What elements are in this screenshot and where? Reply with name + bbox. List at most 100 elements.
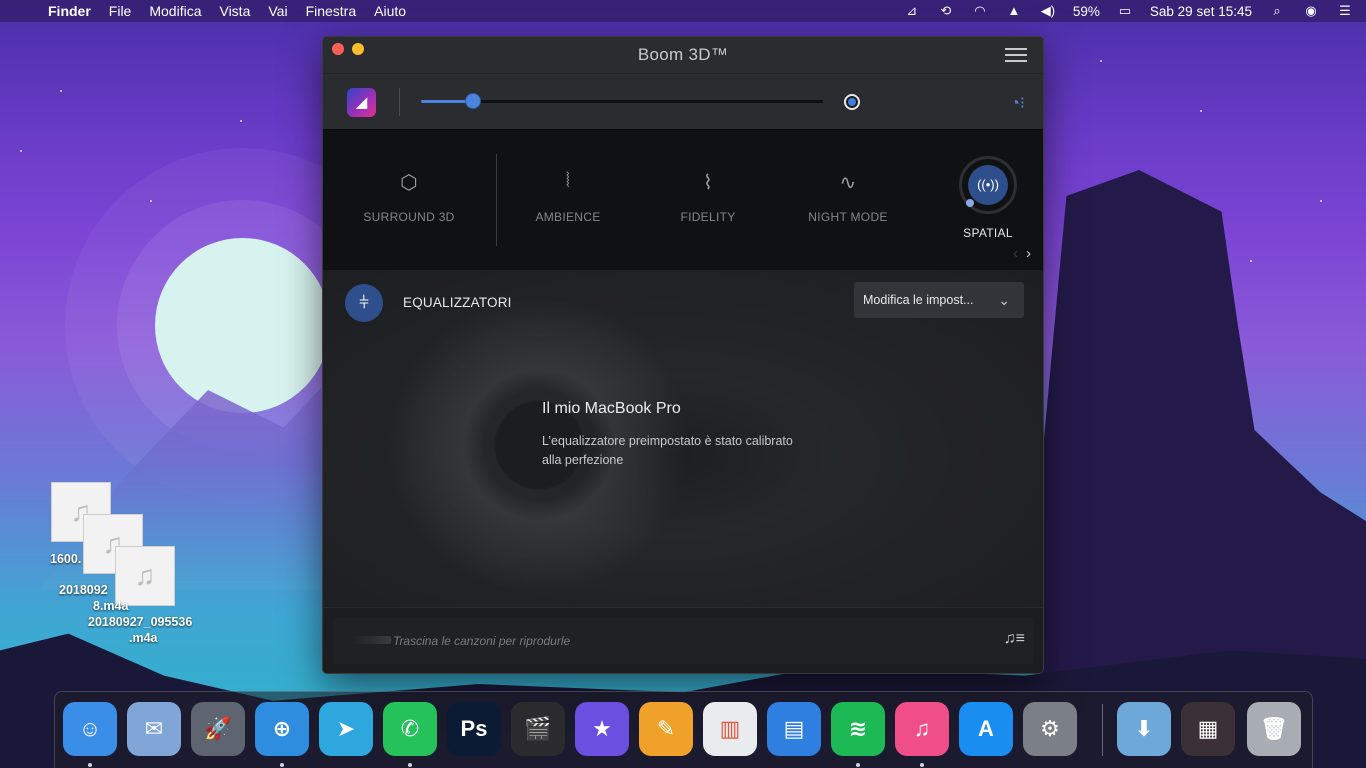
- equalizer-sliders-icon[interactable]: ⫩: [345, 284, 383, 322]
- phone-bubble-icon[interactable]: ✆: [383, 702, 437, 756]
- volume-icon[interactable]: ◀): [1039, 3, 1057, 19]
- running-indicator: [856, 763, 860, 767]
- desktop-file-label[interactable]: .m4a: [129, 630, 158, 646]
- effect-spatial-label[interactable]: SPATIAL: [945, 226, 1031, 240]
- effect-surround-3d[interactable]: ⬡ SURROUND 3D: [339, 170, 479, 224]
- effect-fidelity[interactable]: ⌇ FIDELITY: [638, 170, 778, 224]
- player-footer: Trascina le canzoni per riprodurle ♫≡: [323, 607, 1043, 673]
- star: [60, 90, 62, 92]
- star: [1320, 200, 1322, 202]
- power-toggle-button[interactable]: [844, 94, 860, 110]
- boom-window: Boom 3D™ ◢ ◔⁝ ⬡ SURROUND 3D ⦚ AMBIENCE ⌇…: [322, 36, 1044, 674]
- time-machine-icon[interactable]: ⟲: [937, 3, 955, 19]
- wallpaper-silhouette: [1040, 170, 1366, 690]
- title-bar: Boom 3D™: [323, 37, 1043, 73]
- paper-plane-icon[interactable]: ➤: [319, 702, 373, 756]
- running-indicator: [280, 763, 284, 767]
- effect-label: FIDELITY: [680, 210, 736, 224]
- menu-vista[interactable]: Vista: [219, 3, 250, 19]
- chevron-down-icon: ⌄: [998, 292, 1010, 308]
- effect-label: SURROUND 3D: [363, 210, 455, 224]
- spatial-dial[interactable]: ((•)): [959, 156, 1017, 214]
- drop-zone-text: Trascina le canzoni per riprodurle: [393, 634, 571, 648]
- battery-icon[interactable]: ▭: [1116, 3, 1134, 19]
- audio-output-icon[interactable]: ◔⁝: [1010, 93, 1025, 113]
- volume-bar: ◢ ◔⁝: [323, 73, 1043, 129]
- spotlight-search-icon[interactable]: ⌕: [1268, 3, 1286, 19]
- effect-ambience[interactable]: ⦚ AMBIENCE: [498, 170, 638, 224]
- menu-aiuto[interactable]: Aiuto: [374, 3, 406, 19]
- desktop-file-label[interactable]: 8.m4a: [93, 598, 128, 614]
- menu-finestra[interactable]: Finestra: [306, 3, 357, 19]
- song-drop-zone[interactable]: Trascina le canzoni per riprodurle ♫≡: [333, 618, 1033, 664]
- effect-label: AMBIENCE: [535, 210, 601, 224]
- menu-modifica[interactable]: Modifica: [149, 3, 201, 19]
- equalizer-panel: ⫩ EQUALIZZATORI Modifica le impost... ⌄ …: [323, 270, 1043, 608]
- presentation-icon[interactable]: ▤: [767, 702, 821, 756]
- notification-center-icon[interactable]: ☰: [1336, 3, 1354, 19]
- running-indicator: [920, 763, 924, 767]
- boom-logo-icon[interactable]: ◢: [347, 88, 376, 117]
- volume-slider-knob[interactable]: [466, 94, 481, 108]
- download-folder-icon[interactable]: ⬇: [1117, 702, 1171, 756]
- menu-vai[interactable]: Vai: [268, 3, 287, 19]
- star: [150, 200, 152, 202]
- photo-stack-icon[interactable]: ▦: [1181, 702, 1235, 756]
- ps-icon[interactable]: Ps: [447, 702, 501, 756]
- divider: [399, 88, 400, 116]
- eq-device-name: Il mio MacBook Pro: [542, 400, 681, 417]
- desktop-audio-file-icon[interactable]: ♫: [115, 546, 175, 606]
- prev-arrow-icon[interactable]: ‹: [1013, 245, 1018, 262]
- desktop-file-label[interactable]: 1600.: [50, 551, 81, 567]
- airplay-icon[interactable]: ▲: [1005, 3, 1023, 19]
- divider: [496, 154, 497, 246]
- hamburger-menu-icon[interactable]: [1005, 48, 1027, 62]
- pen-icon[interactable]: ✎: [639, 702, 693, 756]
- close-button[interactable]: [332, 43, 344, 55]
- music-note-icon: ♫: [134, 560, 156, 591]
- equalizer-title: EQUALIZZATORI: [403, 295, 512, 310]
- night-mode-icon: ∿: [839, 172, 857, 194]
- rocket-icon[interactable]: 🚀: [191, 702, 245, 756]
- finder-icon[interactable]: ☺: [63, 702, 117, 756]
- effect-night-mode[interactable]: ∿ NIGHT MODE: [778, 170, 918, 224]
- menu-bar: Finder File Modifica Vista Vai Finestra …: [0, 0, 1366, 22]
- star: [1250, 260, 1252, 262]
- battery-percent[interactable]: 59%: [1073, 4, 1100, 19]
- star-icon[interactable]: ★: [575, 702, 629, 756]
- desktop-file-label[interactable]: 20180927_095536: [88, 614, 192, 630]
- siri-icon[interactable]: ◉: [1302, 3, 1320, 19]
- star: [20, 150, 22, 152]
- trash-icon[interactable]: 🗑: [1247, 702, 1301, 756]
- preset-dropdown[interactable]: Modifica le impost... ⌄: [854, 282, 1024, 318]
- wifi-icon[interactable]: ◠: [971, 3, 989, 19]
- compass-icon[interactable]: ⊕: [255, 702, 309, 756]
- menu-app-name[interactable]: Finder: [48, 3, 91, 19]
- preset-dropdown-value: Modifica le impost...: [863, 293, 974, 307]
- music-note-icon[interactable]: ♫: [895, 702, 949, 756]
- spotify-icon[interactable]: ≋: [831, 702, 885, 756]
- minimize-button[interactable]: [352, 43, 364, 55]
- star: [1200, 110, 1202, 112]
- menu-file[interactable]: File: [109, 3, 132, 19]
- wallpaper-moon: [155, 238, 330, 413]
- clapper-icon[interactable]: 🎬: [511, 702, 565, 756]
- effects-panel: ⬡ SURROUND 3D ⦚ AMBIENCE ⌇ FIDELITY ∿ NI…: [323, 129, 1043, 270]
- ambience-icon: ⦚: [565, 170, 571, 192]
- playlist-icon[interactable]: ♫≡: [1004, 630, 1025, 648]
- next-arrow-icon[interactable]: ›: [1026, 245, 1031, 262]
- bar-chart-icon[interactable]: ▥: [703, 702, 757, 756]
- app-store-icon[interactable]: A: [959, 702, 1013, 756]
- menu-clock[interactable]: Sab 29 set 15:45: [1150, 4, 1252, 19]
- speaker-waves-icon: ((•)): [968, 165, 1008, 205]
- gear-icon[interactable]: ⚙: [1023, 702, 1077, 756]
- star: [1100, 60, 1102, 62]
- boom-status-icon[interactable]: ⊿: [903, 3, 921, 19]
- volume-slider[interactable]: [421, 94, 823, 108]
- drop-zone-bar: [351, 636, 391, 644]
- stamp-icon[interactable]: ✉: [127, 702, 181, 756]
- fidelity-icon: ⌇: [702, 172, 714, 194]
- dock-separator: [1102, 704, 1103, 756]
- dock: ☺ ✉ 🚀 ⊕ ➤ ✆ Ps 🎬 ★ ✎ ▥ ▤ ≋ ♫ A ⚙ ⬇ ▦ 🗑: [54, 691, 1313, 768]
- desktop-file-label[interactable]: 2018092: [59, 582, 108, 598]
